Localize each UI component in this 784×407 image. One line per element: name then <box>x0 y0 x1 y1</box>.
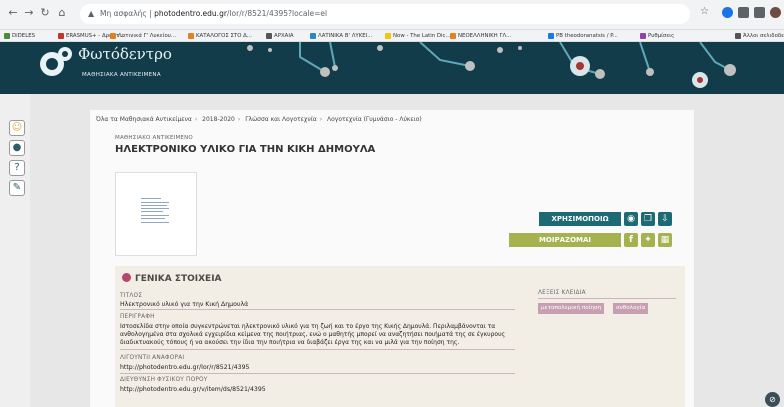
use-button[interactable]: ΧΡΗΣΙΜΟΠΟΙΩ <box>539 212 621 226</box>
material-thumbnail[interactable] <box>115 172 197 256</box>
material-type: ΜΑΘΗΣΙΑΚΟ ΑΝΤΙΚΕΙΜΕΝΟ <box>115 135 193 141</box>
user-icon[interactable]: ☺ <box>9 120 25 136</box>
bookmark-favicon-icon <box>58 33 64 39</box>
divider <box>120 373 515 374</box>
extension-icon[interactable] <box>738 7 749 18</box>
divider <box>538 298 676 299</box>
accessibility-icon[interactable]: ⊘ <box>765 392 780 407</box>
bookmark-item[interactable]: DiDELES <box>4 32 35 41</box>
site-logo-title[interactable]: Φωτόδεντρο <box>78 45 172 63</box>
address-bar[interactable]: ▲ Μη ασφαλής | photodentro.edu.gr/lor/r/… <box>80 4 690 24</box>
document-preview-icon <box>139 195 173 229</box>
left-tool-rail: ☺ ● ? ✎ <box>0 94 30 407</box>
extension-icon[interactable] <box>722 7 733 18</box>
bookmark-favicon-icon <box>188 33 194 39</box>
bookmark-item[interactable]: ΚΑΤΑΛΟΓΟΣ ΣΤΟ Δ... <box>188 32 252 41</box>
bookmark-label: Άλλοι σελιδοδείκτες <box>743 33 784 39</box>
bookmark-label: DiDELES <box>12 33 36 39</box>
bookmarks-bar: DiDELES ERASMUS+ - Δραστ... Λατινικά Γ' Λυ… <box>0 30 784 42</box>
bookmark-label: Λατινικά Γ' Λυκείου... <box>118 33 177 39</box>
bookmark-label: Ρυθμίσεις <box>648 33 675 39</box>
bookmark-label: ΚΑΤΑΛΟΓΟΣ ΣΤΟ Δ... <box>196 33 252 39</box>
reload-icon[interactable]: ↻ <box>38 6 52 20</box>
reference-label: ΛΙΓΟΥΝΤΙΙ ΑΝΑΦΟΡΑΙ <box>120 355 185 361</box>
physical-address-link[interactable]: http://photodentro.edu.gr/v/item/ds/8521… <box>120 386 266 393</box>
title-value: Ηλεκτρονικό υλικό για την Κική Δημουλά <box>120 301 249 308</box>
bookmark-star-icon[interactable]: ☆ <box>700 6 709 17</box>
notes-icon[interactable]: ✎ <box>9 180 25 196</box>
reference-link[interactable]: http://photodentro.edu.gr/lor/r/8521/439… <box>120 364 249 371</box>
title-label: ΤΙΤΛΟΣ <box>120 293 143 299</box>
share-button[interactable]: ΜΟΙΡΑΖΟΜΑΙ <box>509 233 621 247</box>
bookmark-favicon-icon <box>110 33 116 39</box>
bookmark-favicon-icon <box>735 33 741 39</box>
url-host: photodentro.edu.gr <box>154 9 227 18</box>
help-icon[interactable]: ? <box>9 160 25 176</box>
breadcrumb-category[interactable]: Λογοτεχνία (Γυμνάσιο - Λύκειο) <box>327 116 422 123</box>
bookmark-label: PB theodoranatsis / P... <box>556 33 618 39</box>
breadcrumb-years[interactable]: 2018-2020 <box>202 116 235 123</box>
forward-arrow-icon[interactable]: → <box>22 6 36 20</box>
bookmark-item[interactable]: Now - The Latin Dic... <box>385 32 451 41</box>
url-insecure-label: Μη ασφαλής <box>100 9 147 18</box>
eye-icon[interactable]: ◉ <box>624 212 638 226</box>
keywords-label: ΛΕΞΕΙΣ ΚΛΕΙΔΙΑ <box>538 290 586 296</box>
divider <box>120 349 515 350</box>
bookmark-label: ΛΑΤΙΝΙΚΑ Β' ΛΥΚΕΙ... <box>318 33 373 39</box>
physical-address-label: ΔΙΕΥΘΥΝΣΗ ΦΥΣΙΚΟΥ ΠΟΡΟΥ <box>120 377 208 383</box>
profile-avatar[interactable] <box>770 7 781 18</box>
url-path: /lor/r/8521/4395?locale=el <box>226 9 328 18</box>
bookmark-item[interactable]: Ρυθμίσεις <box>640 32 674 41</box>
qr-code-icon[interactable]: ▦ <box>658 233 672 247</box>
bookmark-item[interactable]: Λατινικά Γ' Λυκείου... <box>110 32 176 41</box>
bookmark-item[interactable]: ΑΡΧΑΙΑ <box>266 32 294 41</box>
breadcrumb-all-items[interactable]: Όλα τα Μαθησιακά Αντικείμενα <box>96 116 192 123</box>
site-logo-icon <box>40 47 72 76</box>
page-title: ΗΛΕΚΤΡΟΝΙΚΟ ΥΛΙΚΟ ΓΙΑ ΤΗΝ ΚΙΚΗ ΔΗΜΟΥΛΑ <box>115 144 376 155</box>
back-arrow-icon[interactable]: ← <box>6 6 20 20</box>
download-icon[interactable]: ⇩ <box>658 212 672 226</box>
bookmark-favicon-icon <box>266 33 272 39</box>
bookmark-item[interactable]: Άλλοι σελιδοδείκτες <box>735 32 784 41</box>
bookmark-favicon-icon <box>548 33 554 39</box>
home-icon[interactable]: ⌂ <box>55 6 69 20</box>
general-info-heading: ΓΕΝΙΚΑ ΣΤΟΙΧΕΙΑ <box>122 273 222 284</box>
facebook-icon[interactable]: f <box>624 233 638 247</box>
divider <box>120 309 515 310</box>
keyword-tag[interactable]: ανθολογία <box>613 303 649 314</box>
bookmark-item[interactable]: ΛΑΤΙΝΙΚΑ Β' ΛΥΚΕΙ... <box>310 32 372 41</box>
copy-icon[interactable]: ❐ <box>641 212 655 226</box>
breadcrumb: Όλα τα Μαθησιακά Αντικείμενα › 2018-2020 ›… <box>96 116 422 123</box>
description-label: ΠΕΡΙΓΡΑΦΗ <box>120 314 155 320</box>
bookmark-favicon-icon <box>310 33 316 39</box>
browser-toolbar: ← → ↻ ⌂ ▲ Μη ασφαλής | photodentro.edu.g… <box>0 0 784 30</box>
bookmark-favicon-icon <box>385 33 391 39</box>
bookmark-item[interactable]: PB theodoranatsis / P... <box>548 32 618 41</box>
bookmark-favicon-icon <box>4 33 10 39</box>
bookmark-favicon-icon <box>450 33 456 39</box>
keyword-tag[interactable]: μεταπολεμική ποίηση <box>538 303 605 314</box>
photodentro-icon[interactable]: ● <box>9 140 25 156</box>
site-logo-subtitle: ΜΑΘΗΣΙΑΚΑ ΑΝΤΙΚΕΙΜΕΝΑ <box>82 72 161 78</box>
info-bullet-icon <box>122 273 131 282</box>
description-value: Ιστοσελίδα στην οποία συγκεντρώνεται ηλε… <box>120 323 506 346</box>
warning-icon: ▲ <box>88 9 95 18</box>
bookmark-label: Now - The Latin Dic... <box>393 33 451 39</box>
bookmark-label: ΝΕΟΕΛΛΗΝΙΚΗ ΓΛ... <box>458 33 512 39</box>
breadcrumb-subject[interactable]: Γλώσσα και Λογοτεχνία <box>245 116 316 123</box>
bookmark-item[interactable]: ΝΕΟΕΛΛΗΝΙΚΗ ΓΛ... <box>450 32 511 41</box>
bookmark-label: ΑΡΧΑΙΑ <box>274 33 294 39</box>
twitter-icon[interactable]: ✦ <box>641 233 655 247</box>
puzzle-icon[interactable] <box>754 7 765 18</box>
bookmark-favicon-icon <box>640 33 646 39</box>
